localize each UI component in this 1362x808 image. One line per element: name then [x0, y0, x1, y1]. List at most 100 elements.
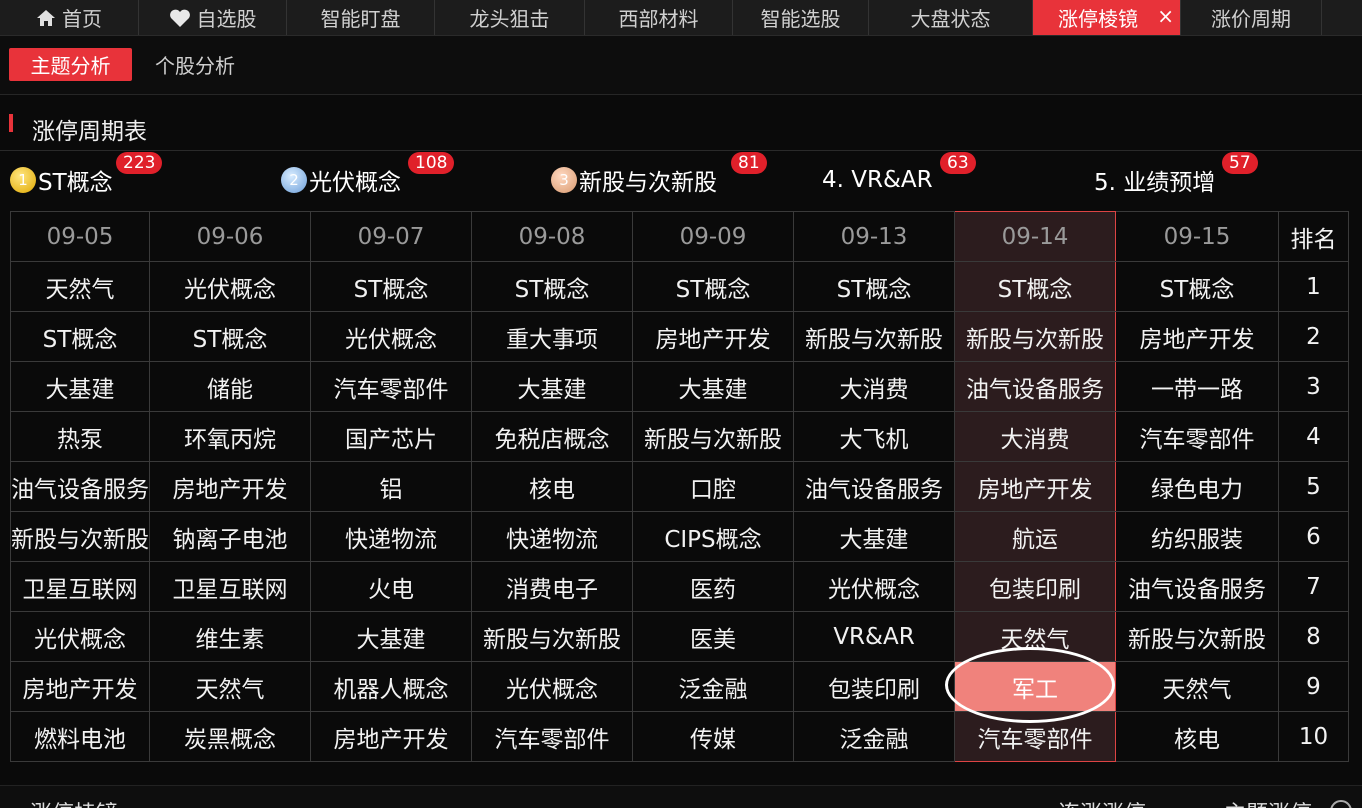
date-header[interactable]: 09-05: [10, 211, 150, 262]
theme-cell[interactable]: 新股与次新股: [954, 311, 1116, 362]
date-header[interactable]: 09-08: [471, 211, 633, 262]
theme-cell[interactable]: 火电: [310, 561, 472, 612]
date-header[interactable]: 09-15: [1115, 211, 1279, 262]
theme-cell[interactable]: 泛金融: [793, 711, 955, 762]
theme-cell[interactable]: 房地产开发: [954, 461, 1116, 512]
theme-cell[interactable]: CIPS概念: [632, 511, 794, 562]
theme-cell[interactable]: ST概念: [149, 311, 311, 362]
theme-cell[interactable]: 天然气: [10, 261, 150, 312]
theme-cell[interactable]: 钠离子电池: [149, 511, 311, 562]
theme-item-1[interactable]: 1 ST概念 223: [10, 152, 163, 200]
theme-limit-up-link[interactable]: 主题涨停: [1224, 796, 1312, 808]
tab-smart-pick[interactable]: 智能选股: [733, 0, 869, 35]
theme-cell[interactable]: 快递物流: [471, 511, 633, 562]
theme-item-3[interactable]: 3 新股与次新股 81: [551, 152, 767, 200]
tab-leader-snipe[interactable]: 龙头狙击: [435, 0, 585, 35]
theme-cell[interactable]: VR&AR: [793, 611, 955, 662]
theme-cell[interactable]: 机器人概念: [310, 661, 472, 712]
theme-cell[interactable]: 天然气: [954, 611, 1116, 662]
theme-cell[interactable]: 重大事项: [471, 311, 633, 362]
theme-cell[interactable]: 军工: [954, 661, 1116, 712]
tab-watchlist[interactable]: 自选股: [139, 0, 287, 35]
date-header[interactable]: 09-13: [793, 211, 955, 262]
theme-cell[interactable]: 免税店概念: [471, 411, 633, 462]
theme-cell[interactable]: 新股与次新股: [10, 511, 150, 562]
theme-cell[interactable]: ST概念: [1115, 261, 1279, 312]
theme-cell[interactable]: ST概念: [954, 261, 1116, 312]
theme-cell[interactable]: 国产芯片: [310, 411, 472, 462]
date-header[interactable]: 09-07: [310, 211, 472, 262]
theme-cell[interactable]: 卫星互联网: [149, 561, 311, 612]
theme-cell[interactable]: 汽车零部件: [471, 711, 633, 762]
date-header[interactable]: 09-14: [954, 211, 1116, 262]
theme-cell[interactable]: 铝: [310, 461, 472, 512]
theme-cell[interactable]: 大基建: [471, 361, 633, 412]
theme-cell[interactable]: 泛金融: [632, 661, 794, 712]
theme-cell[interactable]: 光伏概念: [471, 661, 633, 712]
theme-cell[interactable]: 大基建: [632, 361, 794, 412]
date-header[interactable]: 09-06: [149, 211, 311, 262]
theme-cell[interactable]: 热泵: [10, 411, 150, 462]
theme-cell[interactable]: 绿色电力: [1115, 461, 1279, 512]
tab-western-materials[interactable]: 西部材料: [585, 0, 733, 35]
theme-cell[interactable]: 油气设备服务: [1115, 561, 1279, 612]
theme-cell[interactable]: 光伏概念: [793, 561, 955, 612]
theme-cell[interactable]: 口腔: [632, 461, 794, 512]
theme-cell[interactable]: 汽车零部件: [1115, 411, 1279, 462]
theme-cell[interactable]: 快递物流: [310, 511, 472, 562]
theme-cell[interactable]: 天然气: [1115, 661, 1279, 712]
tab-price-cycle[interactable]: 涨价周期: [1181, 0, 1322, 35]
theme-cell[interactable]: 光伏概念: [10, 611, 150, 662]
theme-cell[interactable]: 汽车零部件: [954, 711, 1116, 762]
theme-cell[interactable]: 油气设备服务: [10, 461, 150, 512]
theme-cell[interactable]: 核电: [1115, 711, 1279, 762]
theme-cell[interactable]: 大基建: [310, 611, 472, 662]
theme-cell[interactable]: ST概念: [632, 261, 794, 312]
theme-cell[interactable]: 大消费: [954, 411, 1116, 462]
tab-theme-analysis[interactable]: 主题分析: [9, 48, 132, 81]
theme-cell[interactable]: 房地产开发: [310, 711, 472, 762]
theme-cell[interactable]: 纺织服装: [1115, 511, 1279, 562]
theme-item-4[interactable]: 4. VR&AR 63: [822, 152, 976, 200]
theme-cell[interactable]: 新股与次新股: [471, 611, 633, 662]
theme-cell[interactable]: ST概念: [10, 311, 150, 362]
theme-cell[interactable]: 新股与次新股: [793, 311, 955, 362]
theme-cell[interactable]: 包装印刷: [954, 561, 1116, 612]
theme-cell[interactable]: 卫星互联网: [10, 561, 150, 612]
tab-home[interactable]: 首页: [0, 0, 139, 35]
theme-cell[interactable]: 传媒: [632, 711, 794, 762]
theme-cell[interactable]: 光伏概念: [149, 261, 311, 312]
theme-cell[interactable]: 储能: [149, 361, 311, 412]
theme-cell[interactable]: 新股与次新股: [632, 411, 794, 462]
theme-cell[interactable]: 天然气: [149, 661, 311, 712]
theme-cell[interactable]: 大基建: [793, 511, 955, 562]
tab-limit-up-prism[interactable]: 涨停棱镜 ×: [1033, 0, 1181, 35]
theme-cell[interactable]: 新股与次新股: [1115, 611, 1279, 662]
theme-cell[interactable]: 大飞机: [793, 411, 955, 462]
theme-cell[interactable]: 房地产开发: [632, 311, 794, 362]
theme-cell[interactable]: 大消费: [793, 361, 955, 412]
theme-cell[interactable]: 房地产开发: [149, 461, 311, 512]
consecutive-limit-up-link[interactable]: 连涨涨停: [1058, 796, 1146, 808]
theme-cell[interactable]: ST概念: [793, 261, 955, 312]
theme-cell[interactable]: 医药: [632, 561, 794, 612]
theme-cell[interactable]: 环氧丙烷: [149, 411, 311, 462]
theme-cell[interactable]: 房地产开发: [10, 661, 150, 712]
theme-cell[interactable]: 包装印刷: [793, 661, 955, 712]
theme-cell[interactable]: 光伏概念: [310, 311, 472, 362]
theme-cell[interactable]: 一带一路: [1115, 361, 1279, 412]
theme-cell[interactable]: 房地产开发: [1115, 311, 1279, 362]
date-header[interactable]: 09-09: [632, 211, 794, 262]
theme-cell[interactable]: 医美: [632, 611, 794, 662]
theme-item-5[interactable]: 5. 业绩预增 57: [1094, 152, 1258, 200]
theme-cell[interactable]: 汽车零部件: [310, 361, 472, 412]
theme-cell[interactable]: 油气设备服务: [793, 461, 955, 512]
theme-cell[interactable]: 炭黑概念: [149, 711, 311, 762]
theme-cell[interactable]: 燃料电池: [10, 711, 150, 762]
close-icon[interactable]: ×: [1157, 4, 1174, 28]
theme-cell[interactable]: 大基建: [10, 361, 150, 412]
tab-market-status[interactable]: 大盘状态: [869, 0, 1033, 35]
theme-cell[interactable]: 消费电子: [471, 561, 633, 612]
theme-item-2[interactable]: 2 光伏概念 108: [281, 152, 455, 200]
theme-cell[interactable]: 核电: [471, 461, 633, 512]
